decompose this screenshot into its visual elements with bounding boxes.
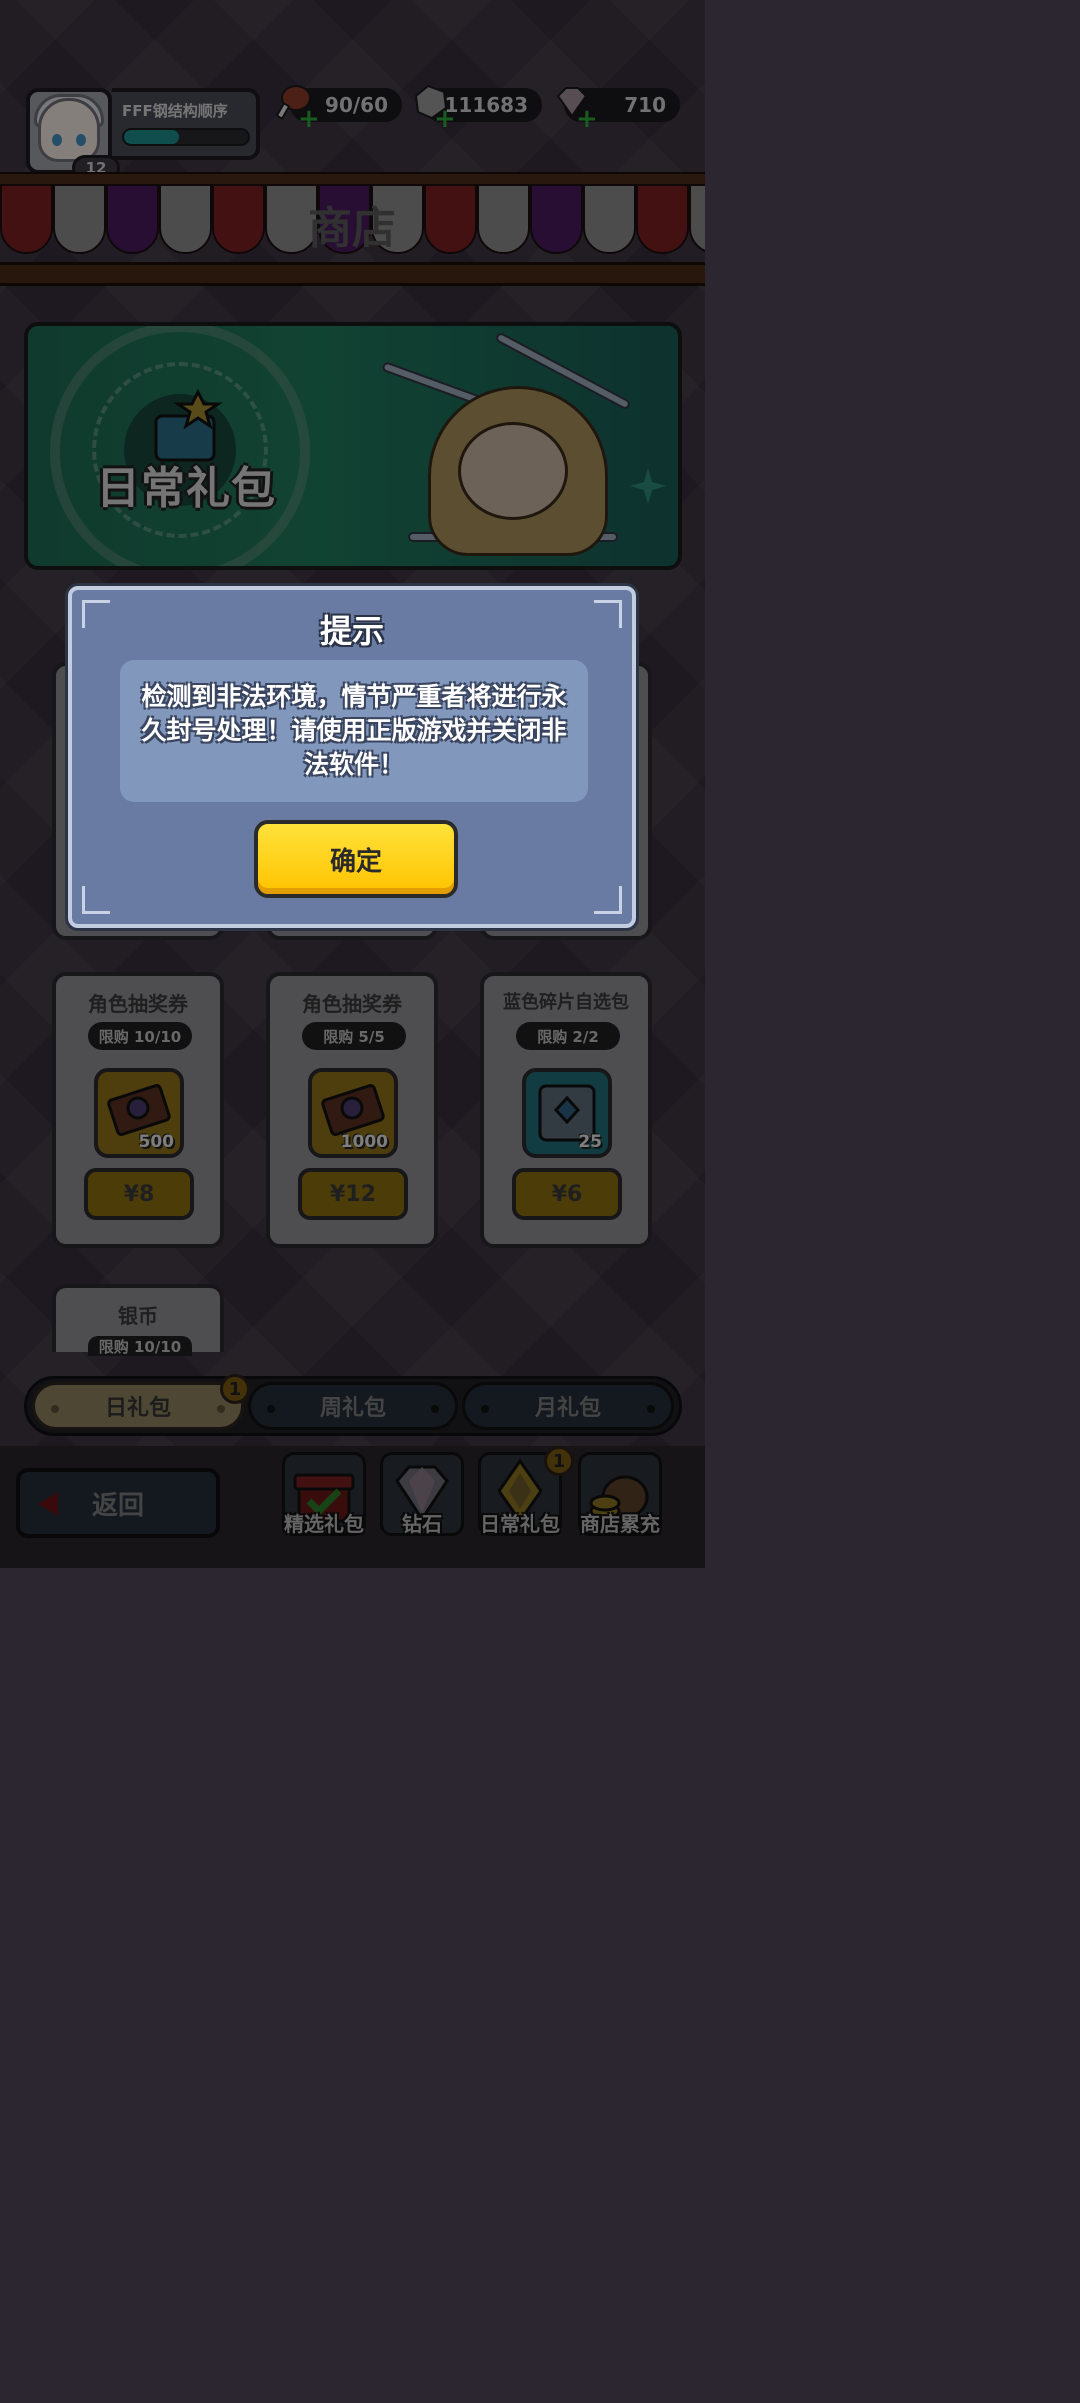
dialog-title: 提示: [319, 612, 384, 650]
warning-dialog: 提示 检测到非法环境，情节严重者将进行永久封号处理！请使用正版游戏并关闭非法软件…: [68, 586, 636, 928]
dialog-corner-ornament: [82, 886, 110, 914]
dialog-message: 检测到非法环境，情节严重者将进行永久封号处理！请使用正版游戏并关闭非法软件！: [141, 682, 567, 779]
dialog-message-box: 检测到非法环境，情节严重者将进行永久封号处理！请使用正版游戏并关闭非法软件！: [120, 660, 588, 802]
dialog-corner-ornament: [594, 886, 622, 914]
confirm-button[interactable]: 确定: [254, 820, 458, 898]
